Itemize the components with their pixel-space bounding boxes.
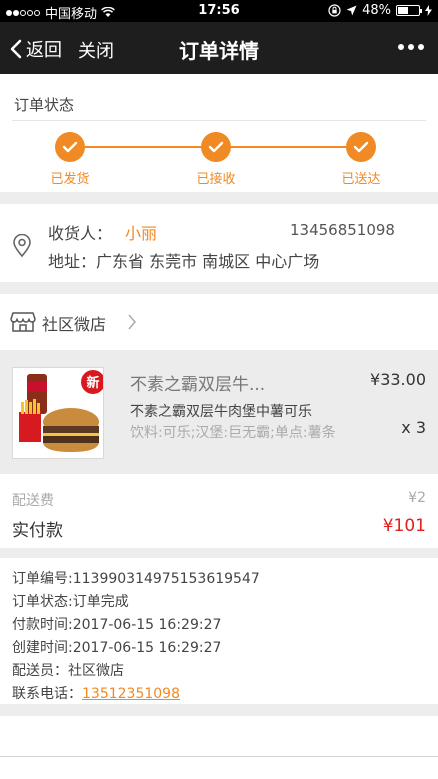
paid-amount-label: 实付款 [12,521,63,541]
nav-bar: 返回 关闭 订单详情 [0,22,438,74]
address-text: 地址：广东省 东莞市 南城区 中心广场 [48,252,320,271]
order-status-card: 订单状态 已发货 已接收 已送达 [0,74,438,192]
bottom-area [0,757,438,779]
back-button[interactable]: 返回 [10,36,62,62]
delivery-fee-value: ¥2 [408,490,426,506]
shop-name: 社区微店 [42,315,107,334]
fee-card: 配送费 ¥2 实付款 ¥101 [0,474,438,548]
address-card[interactable]: 收货人： 小丽 13456851098 地址：广东省 东莞市 南城区 中心广场 [0,204,438,282]
back-label: 返回 [26,40,62,61]
product-spec: 饮料:可乐;汉堡:巨无霸;单点:薯条 [130,425,336,441]
check-icon [346,132,376,162]
rotation-lock-icon [328,4,341,17]
product-item[interactable]: 新 不素之霸双层牛... ¥33.00 不素之霸双层牛肉堡中薯可乐 饮料:可乐;… [0,350,438,474]
create-time: 创建时间:2017-06-15 16:29:27 [12,640,222,656]
battery-percent: 48% [362,3,391,18]
step-label: 已送达 [341,172,381,187]
courier: 配送员：社区微店 [12,663,124,679]
store-icon [10,312,36,332]
more-options-icon[interactable] [398,44,424,50]
receiver-name: 小丽 [125,224,158,243]
order-info-card: 订单编号:113990314975153619547 订单状态:订单完成 付款时… [0,558,438,704]
product-image: 新 [12,367,104,459]
check-icon [55,132,85,162]
bottom-area [0,716,438,756]
status-right: 48% [328,3,432,18]
step-delivered: 已送达 [316,132,406,187]
check-icon [201,132,231,162]
page-title: 订单详情 [179,39,259,63]
shop-row[interactable]: 社区微店 [0,294,438,350]
order-number: 订单编号:113990314975153619547 [12,571,260,587]
receiver-phone: 13456851098 [290,221,395,239]
charging-icon [425,5,432,16]
new-badge: 新 [86,375,99,391]
pay-time: 付款时间:2017-06-15 16:29:27 [12,617,222,633]
step-label: 已接收 [196,172,236,187]
status-bar: 中国移动 17:56 48% [0,0,438,22]
close-button[interactable]: 关闭 [78,37,114,63]
product-name: 不素之霸双层牛... [130,375,266,395]
paid-amount-value: ¥101 [382,516,426,536]
order-status-text: 订单状态:订单完成 [12,594,129,610]
delivery-fee-label: 配送费 [12,493,54,509]
chevron-right-icon [128,314,136,330]
receiver-label: 收货人： [48,224,113,243]
product-description: 不素之霸双层牛肉堡中薯可乐 [130,404,312,420]
location-pin-icon [13,234,31,258]
battery-icon [396,5,422,16]
divider [12,120,426,121]
chevron-left-icon [10,39,22,59]
step-received: 已接收 [171,132,261,187]
step-shipped: 已发货 [25,132,115,187]
product-price: ¥33.00 [370,370,426,389]
order-status-title: 订单状态 [14,96,75,114]
location-arrow-icon [346,5,357,16]
contact-row: 联系电话：13512351098 [12,683,180,703]
step-label: 已发货 [50,172,90,187]
contact-phone-link[interactable]: 13512351098 [82,686,180,702]
contact-label: 联系电话： [12,686,82,702]
product-quantity: x 3 [401,418,426,437]
